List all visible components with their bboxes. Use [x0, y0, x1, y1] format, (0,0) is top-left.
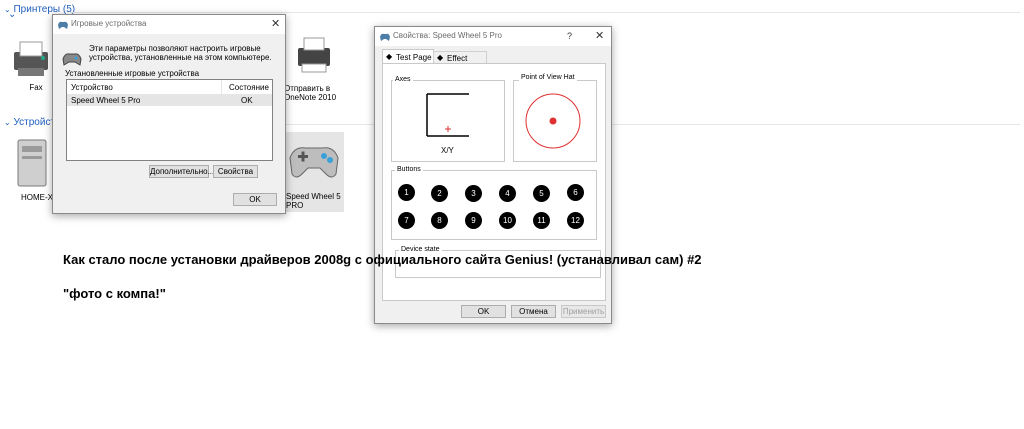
apply-button[interactable]: Применить — [561, 305, 606, 318]
gamepad-icon — [289, 147, 339, 178]
joystick-button-1: 1 — [398, 184, 415, 201]
gamepad-icon — [380, 33, 390, 41]
ok-button[interactable]: OK — [233, 193, 277, 206]
gamepad-icon — [62, 53, 82, 66]
dialog-description: Эти параметры позволяют настроить игровы… — [89, 44, 272, 62]
joystick-button-10: 10 — [499, 212, 516, 229]
joystick-button-3: 3 — [465, 185, 482, 202]
titlebar: Игровые устройства ✕ — [53, 15, 285, 34]
axes-plot — [426, 93, 469, 137]
titlebar: Свойства: Speed Wheel 5 Pro ? ✕ — [375, 27, 611, 46]
caption-line-2: "фото с компа!" — [63, 286, 166, 301]
device-label: Отправить в OneNote 2010 — [284, 84, 337, 102]
speed-wheel-device-item[interactable]: Speed Wheel 5 PRO — [282, 132, 344, 212]
joystick-button-5: 5 — [533, 185, 550, 202]
close-icon[interactable]: ✕ — [595, 29, 604, 42]
close-icon[interactable]: ✕ — [271, 17, 280, 30]
properties-dialog: Свойства: Speed Wheel 5 Pro ? ✕ ◆ Test P… — [374, 26, 612, 324]
computer-tower-icon — [17, 139, 47, 187]
caption-line-1: Как стало после установки драйверов 2008… — [63, 252, 702, 267]
device-status: OK — [241, 96, 253, 105]
joystick-button-12: 12 — [567, 212, 584, 229]
devices-list[interactable]: Устройство Состояние Speed Wheel 5 Pro O… — [66, 79, 273, 161]
device-label: Speed Wheel 5 PRO — [286, 192, 341, 210]
joystick-button-2: 2 — [431, 185, 448, 202]
ok-button[interactable]: OK — [461, 305, 506, 318]
joystick-button-7: 7 — [398, 212, 415, 229]
joystick-button-11: 11 — [533, 212, 550, 229]
buttons-label: Buttons — [395, 166, 423, 173]
column-divider — [221, 80, 222, 94]
column-header-status[interactable]: Состояние — [229, 83, 269, 92]
printer-icon — [298, 37, 330, 73]
joystick-button-6: 6 — [567, 184, 584, 201]
gamepad-icon — [58, 21, 68, 29]
fax-device-item[interactable] — [10, 38, 54, 80]
game-controllers-dialog: Игровые устройства ✕ Эти параметры позво… — [52, 14, 286, 214]
pov-indicator — [525, 93, 581, 149]
axes-caption: X/Y — [441, 146, 454, 155]
advanced-button[interactable]: Дополнительно... — [149, 165, 214, 178]
window-title: Свойства: Speed Wheel 5 Pro — [393, 31, 502, 40]
joystick-button-8: 8 — [431, 212, 448, 229]
gamepad-icon: ◆ — [386, 52, 393, 61]
onenote-printer-item[interactable] — [294, 36, 334, 76]
joystick-button-9: 9 — [465, 212, 482, 229]
tab-label: Test Page — [396, 53, 432, 62]
properties-button[interactable]: Свойства — [213, 165, 258, 178]
cancel-button[interactable]: Отмена — [511, 305, 556, 318]
installed-devices-label: Установленные игровые устройства — [65, 69, 200, 78]
column-header-device[interactable]: Устройство — [71, 83, 113, 92]
fax-icon — [14, 41, 48, 76]
gamepad-icon: ◆ — [437, 53, 444, 62]
axes-label: Axes — [393, 76, 413, 83]
group-divider — [70, 12, 1020, 13]
home-x-device-item[interactable] — [14, 138, 54, 188]
buttons-group — [391, 170, 597, 240]
pov-label: Point of View Hat — [519, 74, 577, 81]
help-icon[interactable]: ? — [567, 31, 572, 41]
joystick-button-4: 4 — [499, 185, 516, 202]
tab-test-page[interactable]: ◆ Test Page — [382, 49, 434, 64]
device-name: Speed Wheel 5 Pro — [71, 96, 141, 105]
table-row[interactable]: Speed Wheel 5 Pro OK — [67, 95, 272, 106]
window-title: Игровые устройства — [71, 19, 147, 28]
